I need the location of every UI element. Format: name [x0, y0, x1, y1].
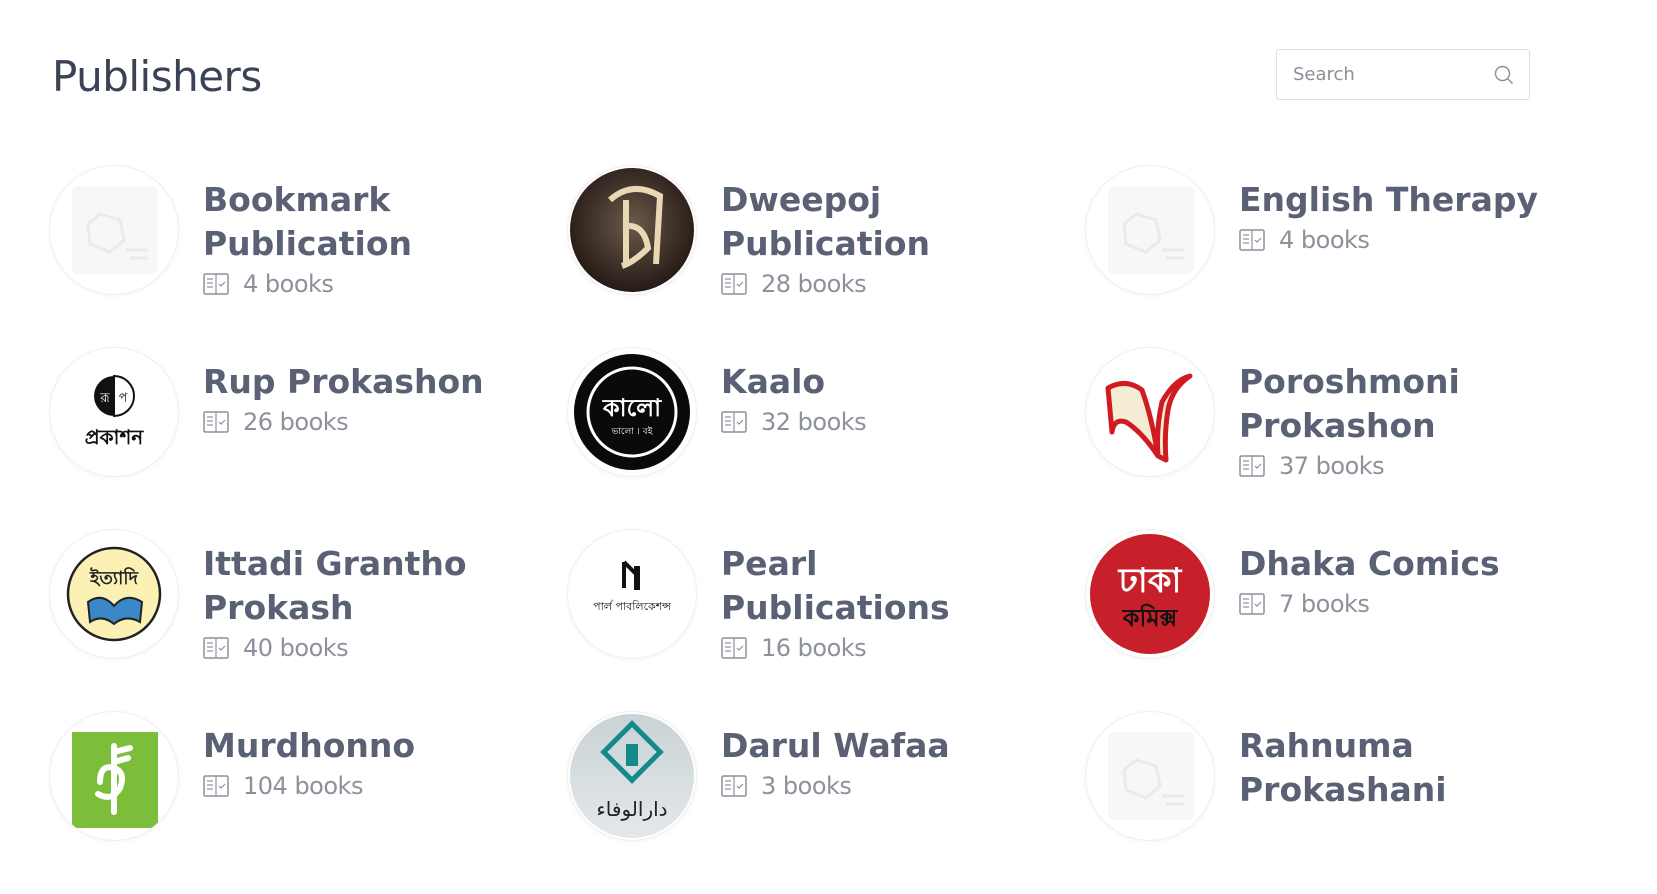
book-icon	[1239, 229, 1265, 251]
book-icon	[721, 273, 747, 295]
publisher-name[interactable]: Pearl Publications	[721, 542, 1021, 630]
publisher-name[interactable]: Dhaka Comics	[1239, 542, 1500, 586]
publisher-name[interactable]: English Therapy	[1239, 178, 1538, 222]
book-count-label: 28 books	[761, 270, 867, 298]
publisher-name[interactable]: Poroshmoni Prokashon	[1239, 360, 1539, 448]
rup-prokashon-logo: রূ প প্রকাশন	[50, 348, 178, 476]
logo-text: রূ	[99, 391, 110, 406]
book-count: 40 books	[203, 634, 503, 662]
publisher-name[interactable]: Bookmark Publication	[203, 178, 503, 266]
search-input[interactable]	[1291, 63, 1493, 86]
murdhonno-logo	[50, 712, 178, 840]
book-count-label: 16 books	[761, 634, 867, 662]
book-icon	[721, 775, 747, 797]
logo-text: প	[119, 391, 128, 406]
publisher-card-poroshmoni-prokashon[interactable]: Poroshmoni Prokashon 37 books	[1086, 348, 1604, 530]
placeholder-pen-icon	[1086, 712, 1214, 840]
darul-wafaa-logo: دارالوفاء	[568, 712, 696, 840]
book-count-label: 4 books	[1279, 226, 1370, 254]
book-count: 16 books	[721, 634, 1021, 662]
ittadi-logo: ইত্যাদি	[50, 530, 178, 658]
book-count: 3 books	[721, 772, 950, 800]
logo-text: دارالوفاء	[596, 797, 667, 821]
logo-text: প্রকাশন	[85, 425, 145, 449]
book-count: 28 books	[721, 270, 1021, 298]
publisher-name[interactable]: Rup Prokashon	[203, 360, 484, 404]
book-count-label: 37 books	[1279, 452, 1385, 480]
book-count-label: 3 books	[761, 772, 852, 800]
pearl-logo: পার্ল পাবলিকেশন্স	[568, 530, 696, 658]
book-icon	[203, 411, 229, 433]
publisher-card-rup-prokashon[interactable]: রূ প প্রকাশন Rup Prokashon 26 books	[50, 348, 568, 530]
book-icon	[721, 411, 747, 433]
publisher-card-dhaka-comics[interactable]: ঢাকা কমিক্স Dhaka Comics 7 books	[1086, 530, 1604, 712]
publisher-card-rahnuma-prokashani[interactable]: Rahnuma Prokashani	[1086, 712, 1604, 894]
publisher-name[interactable]: Rahnuma Prokashani	[1239, 724, 1539, 812]
dhaka-comics-logo: ঢাকা কমিক্স	[1086, 530, 1214, 658]
book-count: 32 books	[721, 408, 867, 436]
logo-text: ঢাকা	[1118, 561, 1183, 601]
book-count: 4 books	[1239, 226, 1538, 254]
publisher-card-bookmark-publication[interactable]: Bookmark Publication 4 books	[50, 166, 568, 348]
publisher-name[interactable]: Dweepoj Publication	[721, 178, 1021, 266]
search-box[interactable]	[1276, 49, 1530, 100]
book-count: 37 books	[1239, 452, 1539, 480]
poroshmoni-logo	[1086, 348, 1214, 476]
publisher-card-pearl-publications[interactable]: পার্ল পাবলিকেশন্স Pearl Publications 16 …	[568, 530, 1086, 712]
publisher-card-dweepoj-publication[interactable]: Dweepoj Publication 28 books	[568, 166, 1086, 348]
book-count: 26 books	[203, 408, 484, 436]
book-count-label: 4 books	[243, 270, 334, 298]
publisher-name[interactable]: Darul Wafaa	[721, 724, 950, 768]
book-count-label: 7 books	[1279, 590, 1370, 618]
book-icon	[203, 637, 229, 659]
book-count-label: 40 books	[243, 634, 349, 662]
page-title: Publishers	[52, 52, 262, 101]
logo-text: কালো	[602, 394, 662, 422]
publisher-name[interactable]: Kaalo	[721, 360, 866, 404]
publisher-card-kaalo[interactable]: কালো ভালো । বই Kaalo 32 books	[568, 348, 1086, 530]
dweepoj-logo	[568, 166, 696, 294]
publisher-name[interactable]: Murdhonno	[203, 724, 415, 768]
publisher-name[interactable]: Ittadi Grantho Prokash	[203, 542, 503, 630]
book-count: 4 books	[203, 270, 503, 298]
book-count-label: 26 books	[243, 408, 349, 436]
book-icon	[203, 775, 229, 797]
book-icon	[203, 273, 229, 295]
publisher-card-murdhonno[interactable]: Murdhonno 104 books	[50, 712, 568, 894]
logo-text: পার্ল পাবলিকেশন্স	[593, 600, 671, 613]
book-count-label: 104 books	[243, 772, 363, 800]
book-count: 7 books	[1239, 590, 1500, 618]
logo-text: ইত্যাদি	[89, 567, 139, 589]
placeholder-pen-icon	[50, 166, 178, 294]
logo-text: কমিক্স	[1122, 603, 1179, 632]
publisher-card-english-therapy[interactable]: English Therapy 4 books	[1086, 166, 1604, 348]
book-icon	[1239, 455, 1265, 477]
book-count: 104 books	[203, 772, 415, 800]
placeholder-pen-icon	[1086, 166, 1214, 294]
publisher-grid: Bookmark Publication 4 books Dweepoj Pub…	[50, 166, 1610, 894]
search-icon[interactable]	[1493, 64, 1515, 86]
book-icon	[721, 637, 747, 659]
book-count-label: 32 books	[761, 408, 867, 436]
book-icon	[1239, 593, 1265, 615]
publisher-card-ittadi-grantho-prokash[interactable]: ইত্যাদি Ittadi Grantho Prokash 40 books	[50, 530, 568, 712]
kaalo-logo: কালো ভালো । বই	[568, 348, 696, 476]
publisher-card-darul-wafaa[interactable]: دارالوفاء Darul Wafaa 3 books	[568, 712, 1086, 894]
logo-text: ভালো । বই	[611, 426, 653, 437]
